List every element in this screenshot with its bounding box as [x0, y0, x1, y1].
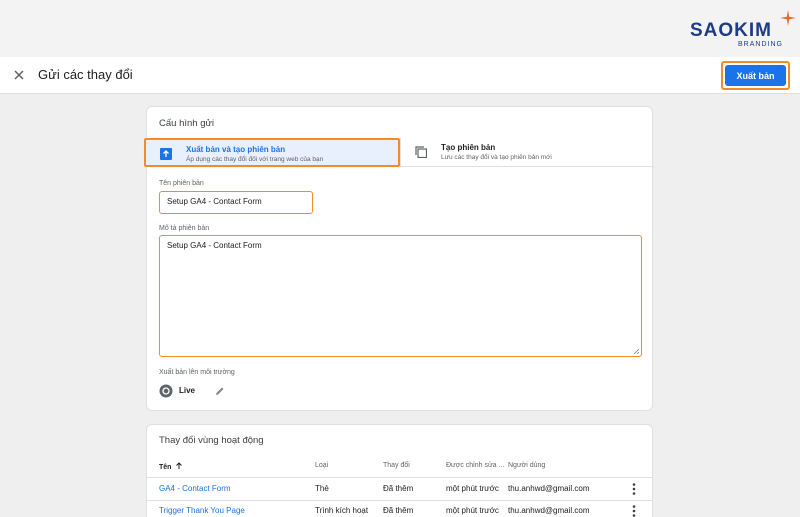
pencil-icon[interactable]: [215, 386, 225, 396]
close-icon[interactable]: [10, 66, 28, 84]
option-title: Tạo phiên bản: [441, 143, 496, 152]
config-title: Cấu hình gửi: [159, 118, 214, 129]
column-header-edited[interactable]: Được chỉnh sửa ...: [446, 462, 504, 469]
version-description-label: Mô tả phiên bản: [159, 225, 210, 232]
publish-upload-icon: [160, 148, 172, 160]
option-title: Xuất bản và tạo phiên bản: [186, 145, 286, 154]
change-user: thu.anhwd@gmail.com: [508, 506, 590, 515]
column-header-name[interactable]: Tên: [159, 462, 183, 471]
page-title: Gửi các thay đổi: [38, 67, 133, 82]
table-row: Trigger Thank You Page Trình kích hoạt Đ…: [147, 500, 652, 517]
environment-value: Live: [179, 386, 196, 395]
column-header-user[interactable]: Người dùng: [508, 462, 545, 469]
option-publish-and-create-version[interactable]: Xuất bản và tạo phiên bản Áp dụng các th…: [144, 138, 400, 167]
change-action: Đã thêm: [383, 484, 414, 493]
publish-button-highlight: Xuất bản: [721, 61, 790, 90]
option-create-version[interactable]: Tạo phiên bản Lưu các thay đổi và tạo ph…: [400, 138, 654, 167]
version-description-textarea[interactable]: Setup GA4 - Contact Form: [159, 235, 642, 357]
option-subtitle: Lưu các thay đổi và tạo phiên bản mới: [441, 154, 552, 161]
change-edited-time: một phút trước: [446, 506, 499, 515]
submission-config-card: Cấu hình gửi Xuất bản và tạo phiên bản Á…: [144, 106, 654, 411]
copy-version-icon: [415, 146, 427, 158]
workspace-changes-card: Thay đổi vùng hoạt động Tên Loại Thay đổ…: [146, 424, 653, 517]
change-edited-time: một phút trước: [446, 484, 499, 493]
version-name-label: Tên phiên bản: [159, 180, 204, 187]
more-vert-icon[interactable]: [629, 504, 639, 517]
version-name-input[interactable]: Setup GA4 - Contact Form: [159, 191, 313, 214]
change-user: thu.anhwd@gmail.com: [508, 484, 590, 493]
change-action: Đã thêm: [383, 506, 414, 515]
brand-strip: SAOKIM BRANDING: [0, 0, 800, 57]
sparkle-icon: [780, 10, 796, 26]
column-header-type[interactable]: Loại: [315, 462, 328, 469]
logo-subtitle: BRANDING: [738, 41, 783, 48]
column-header-change[interactable]: Thay đổi: [383, 462, 410, 469]
change-name-link[interactable]: GA4 - Contact Form: [159, 484, 231, 493]
changes-title: Thay đổi vùng hoạt động: [159, 435, 264, 446]
top-bar: Gửi các thay đổi Xuất bản: [0, 57, 800, 94]
option-subtitle: Áp dụng các thay đổi đối với trang web c…: [186, 156, 324, 163]
change-type: Trình kích hoạt: [315, 506, 369, 515]
environment-label: Xuất bản lên môi trường: [159, 369, 235, 376]
more-vert-icon[interactable]: [629, 482, 639, 496]
publish-button[interactable]: Xuất bản: [725, 65, 786, 86]
change-type: Thẻ: [315, 484, 329, 493]
logo-wordmark: SAOKIM: [690, 20, 772, 41]
table-row: GA4 - Contact Form Thẻ Đã thêm một phút …: [147, 478, 652, 500]
change-name-link[interactable]: Trigger Thank You Page: [159, 506, 245, 515]
environment-icon: [159, 384, 173, 398]
saokim-logo: SAOKIM BRANDING: [690, 10, 796, 54]
sort-arrow-up-icon: [176, 462, 183, 469]
version-description-text: Setup GA4 - Contact Form: [167, 241, 262, 250]
resize-handle-icon[interactable]: [633, 348, 639, 354]
